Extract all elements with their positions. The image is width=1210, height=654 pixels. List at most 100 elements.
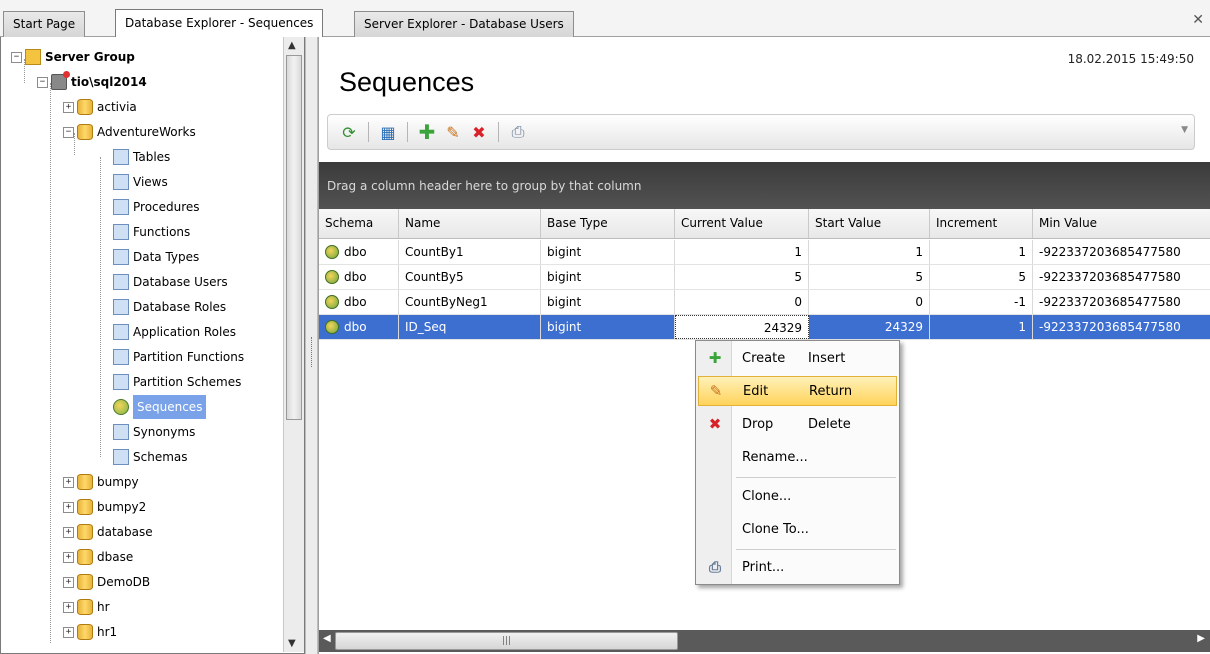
expand-icon[interactable]: + — [63, 551, 74, 563]
scroll-up-icon[interactable]: ▲ — [288, 40, 296, 51]
tree-node-database[interactable]: + hr — [63, 595, 110, 619]
column-header-start-value[interactable]: Start Value — [809, 209, 930, 238]
menu-item-create[interactable]: ✚ Create Insert — [698, 343, 897, 373]
table-row-selected[interactable]: dbo ID_Seq bigint 24329 24329 1 -9223372… — [319, 315, 1210, 340]
tree-node-partition-functions[interactable]: Partition Functions — [113, 345, 244, 369]
tree-node-synonyms[interactable]: Synonyms — [113, 420, 195, 444]
tree-node-schemas[interactable]: Schemas — [113, 445, 188, 469]
close-tab-icon[interactable]: ✕ — [1192, 12, 1204, 28]
menu-separator — [736, 549, 896, 550]
page-title: Sequences — [339, 67, 475, 97]
menu-item-label: Clone... — [742, 488, 792, 504]
menu-separator — [736, 477, 896, 478]
cell-increment: 1 — [930, 240, 1033, 264]
tree-node-functions[interactable]: Functions — [113, 220, 190, 244]
tree-node-procedures[interactable]: Procedures — [113, 195, 200, 219]
cell-base-type: bigint — [541, 240, 675, 264]
server-group-icon — [25, 49, 41, 65]
synonym-icon — [113, 424, 129, 440]
tree-node-label: Synonyms — [133, 425, 196, 439]
tab-database-explorer-sequences[interactable]: Database Explorer - Sequences — [115, 9, 324, 38]
tree-node-database[interactable]: + activia — [63, 95, 137, 119]
database-icon — [77, 624, 93, 640]
refresh-icon[interactable]: ⟳ — [338, 121, 360, 143]
cell-current-value-focused[interactable]: 24329 — [675, 315, 809, 339]
toolbar-separator — [498, 122, 499, 142]
panel-splitter[interactable] — [305, 37, 318, 654]
menu-item-edit[interactable]: ✎ Edit Return — [698, 376, 897, 406]
table-row[interactable]: dbo CountBy1 bigint 1 1 1 -9223372036854… — [319, 240, 1210, 265]
tree-node-database[interactable]: + bumpy2 — [63, 495, 146, 519]
splitter-grip[interactable] — [311, 337, 313, 367]
expand-icon[interactable]: + — [63, 501, 74, 513]
menu-item-rename[interactable]: Rename... — [698, 442, 897, 472]
menu-item-drop[interactable]: ✖ Drop Delete — [698, 409, 897, 439]
tree-node-database[interactable]: + hr1 — [63, 620, 117, 644]
tree-node-tables[interactable]: Tables — [113, 145, 170, 169]
cell-min-value: -922337203685477580 — [1039, 295, 1181, 309]
expand-icon[interactable]: + — [63, 476, 74, 488]
scroll-down-icon[interactable]: ▼ — [288, 638, 296, 649]
grid-horizontal-scrollbar[interactable]: ◀ ||| ▶ — [319, 630, 1210, 652]
expand-icon[interactable]: + — [63, 626, 74, 638]
tree-node-label: bumpy — [97, 475, 139, 489]
delete-icon[interactable]: ✖ — [468, 121, 490, 143]
collapse-icon[interactable]: − — [11, 51, 22, 63]
tree-node-sequences[interactable]: Sequences — [113, 395, 207, 419]
properties-icon[interactable]: ▦ — [377, 121, 399, 143]
edit-icon[interactable]: ✎ — [442, 121, 464, 143]
sequence-icon — [325, 270, 339, 284]
tree-node-database[interactable]: + bumpy — [63, 470, 139, 494]
tree-node-database-users[interactable]: Database Users — [113, 270, 228, 294]
tree-vertical-scrollbar[interactable]: ▲ ▼ — [283, 37, 304, 652]
column-header-name[interactable]: Name — [399, 209, 541, 238]
expand-icon[interactable]: + — [63, 576, 74, 588]
tree-node-views[interactable]: Views — [113, 170, 168, 194]
menu-item-shortcut: Return — [809, 383, 853, 399]
tree-node-database-roles[interactable]: Database Roles — [113, 295, 226, 319]
column-header-min-value[interactable]: Min Value — [1033, 209, 1210, 238]
column-header-current-value[interactable]: Current Value — [675, 209, 809, 238]
tree-node-database[interactable]: + dbase — [63, 545, 133, 569]
database-icon — [77, 574, 93, 590]
tree-node-data-types[interactable]: Data Types — [113, 245, 199, 269]
scroll-left-icon[interactable]: ◀ — [323, 633, 331, 644]
scrollbar-thumb[interactable] — [286, 55, 302, 420]
scroll-right-icon[interactable]: ▶ — [1197, 633, 1205, 644]
tree-node-partition-schemes[interactable]: Partition Schemes — [113, 370, 241, 394]
column-header-base-type[interactable]: Base Type — [541, 209, 675, 238]
roles-icon — [113, 299, 129, 315]
sequence-icon — [325, 320, 339, 334]
tab-start-page[interactable]: Start Page — [3, 11, 86, 37]
table-row[interactable]: dbo CountBy5 bigint 5 5 5 -9223372036854… — [319, 265, 1210, 290]
menu-item-clone[interactable]: Clone... — [698, 481, 897, 511]
tree-node-database[interactable]: + DemoDB — [63, 570, 150, 594]
scrollbar-thumb[interactable]: ||| — [335, 632, 678, 650]
tree-node-database[interactable]: + database — [63, 520, 153, 544]
expand-icon[interactable]: + — [63, 601, 74, 613]
print-icon[interactable]: ⎙ — [507, 121, 529, 143]
column-header-schema[interactable]: Schema — [319, 209, 399, 238]
expand-icon[interactable]: + — [63, 101, 74, 113]
server-icon — [51, 71, 70, 90]
database-icon — [77, 524, 93, 540]
column-header-increment[interactable]: Increment — [930, 209, 1033, 238]
table-row[interactable]: dbo CountByNeg1 bigint 0 0 -1 -922337203… — [319, 290, 1210, 315]
tree-node-application-roles[interactable]: Application Roles — [113, 320, 236, 344]
tree-node-database-expanded[interactable]: − AdventureWorks — [63, 120, 196, 144]
cell-base-type: bigint — [541, 290, 675, 314]
collapse-icon[interactable]: − — [63, 126, 74, 138]
add-icon[interactable]: ✚ — [416, 120, 438, 144]
cell-increment: 1 — [930, 315, 1033, 339]
tree-node-server-group[interactable]: − Server Group — [11, 45, 135, 69]
tree-node-server[interactable]: − tio\sql2014 — [37, 70, 147, 94]
add-icon: ✚ — [708, 349, 722, 367]
toolbar-overflow-icon[interactable]: ▼ — [1181, 125, 1188, 135]
menu-item-print[interactable]: ⎙ Print... — [698, 552, 897, 582]
tab-server-explorer-database-users[interactable]: Server Explorer - Database Users — [354, 11, 574, 37]
expand-icon[interactable]: + — [63, 526, 74, 538]
group-by-panel[interactable]: Drag a column header here to group by th… — [319, 162, 1210, 209]
menu-item-clone-to[interactable]: Clone To... — [698, 514, 897, 544]
toolbar-separator — [407, 122, 408, 142]
collapse-icon[interactable]: − — [37, 76, 48, 88]
